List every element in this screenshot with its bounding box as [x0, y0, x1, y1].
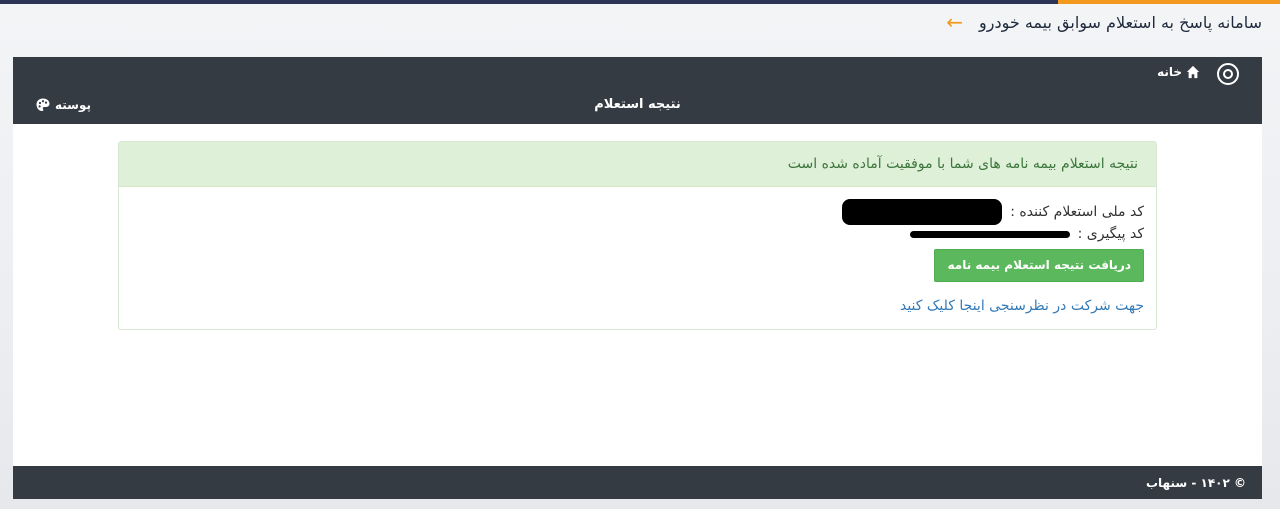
- page-header: سامانه پاسخ به استعلام سوابق بیمه خودرو …: [946, 8, 1262, 36]
- skin-menu[interactable]: پوسته: [35, 97, 91, 113]
- national-code-label: کد ملی استعلام کننده :: [1010, 204, 1144, 220]
- accent-bar-orange: [1058, 0, 1280, 4]
- success-alert: نتیجه استعلام بیمه نامه های شما با موفقی…: [119, 142, 1156, 187]
- footer-copyright: © ۱۴۰۲ - سنهاب: [1145, 475, 1246, 490]
- tracking-code-redacted: [909, 230, 1070, 238]
- page-title: سامانه پاسخ به استعلام سوابق بیمه خودرو: [979, 12, 1262, 32]
- home-icon: [1186, 65, 1200, 79]
- skin-label: پوسته: [55, 98, 92, 112]
- national-code-redacted: [842, 199, 1003, 225]
- nav-section-title: نتیجه استعلام: [594, 97, 681, 112]
- success-message: نتیجه استعلام بیمه نامه های شما با موفقی…: [787, 156, 1138, 172]
- survey-link[interactable]: جهت شرکت در نظرسنجی اینجا کلیک کنید: [119, 298, 1144, 314]
- nav-home-link[interactable]: خانه: [1157, 65, 1200, 79]
- arrow-left-icon[interactable]: ←: [946, 12, 963, 32]
- result-body: کد ملی استعلام کننده : کد پیگیری : دریاف…: [119, 187, 1156, 314]
- national-code-row: کد ملی استعلام کننده :: [119, 199, 1144, 225]
- tracking-code-label: کد پیگیری :: [1077, 226, 1144, 242]
- result-panel: نتیجه استعلام بیمه نامه های شما با موفقی…: [118, 141, 1157, 330]
- footer: © ۱۴۰۲ - سنهاب: [13, 466, 1262, 499]
- download-result-button[interactable]: دریافت نتیجه استعلام بیمه نامه: [934, 249, 1144, 282]
- main-card: خانه نتیجه استعلام پوسته نتیجه استعلام ب…: [13, 57, 1262, 499]
- accent-bar-navy: [0, 0, 1058, 4]
- tracking-code-row: کد پیگیری :: [119, 223, 1144, 245]
- palette-icon: [36, 98, 50, 111]
- navbar: خانه نتیجه استعلام پوسته: [13, 57, 1262, 124]
- location-pin-icon[interactable]: [1217, 63, 1239, 85]
- top-accent-bar: [0, 0, 1280, 4]
- nav-home-label: خانه: [1157, 65, 1182, 79]
